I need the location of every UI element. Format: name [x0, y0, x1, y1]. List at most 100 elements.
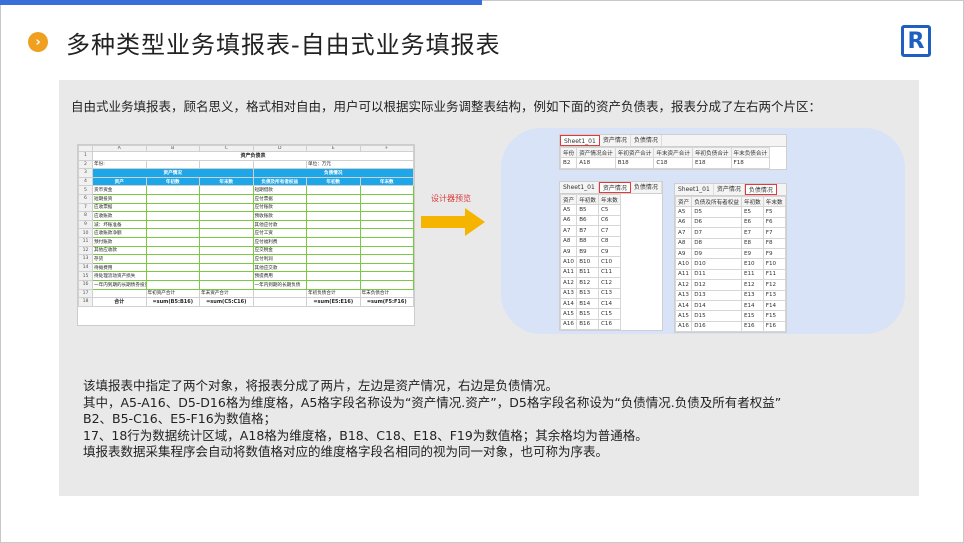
cell[interactable]: C13 — [598, 287, 621, 299]
cell[interactable]: D12 — [691, 279, 742, 291]
asset-item-cell[interactable]: 其他应收款 — [92, 245, 147, 256]
subtotal-label-cell[interactable]: 年初资产合计 — [145, 288, 200, 299]
liability-item-cell[interactable]: 短期借款 — [252, 185, 307, 195]
cell[interactable]: D14 — [691, 299, 742, 312]
cell[interactable]: E6 — [740, 216, 764, 229]
column-header[interactable]: 资产情况合计 — [576, 146, 616, 159]
cell[interactable]: C6 — [598, 214, 621, 227]
cell[interactable]: B6 — [576, 214, 599, 227]
cell[interactable]: B13 — [576, 287, 599, 299]
column-header[interactable]: 负债及所有者权益 — [691, 195, 742, 208]
liability-item-cell[interactable]: 一年内到期的长期负债 — [252, 279, 307, 290]
sheet-title-cell[interactable]: 资产负债表 — [92, 151, 414, 161]
row-number[interactable]: 2 — [78, 159, 93, 170]
liability-item-cell[interactable]: 预收账款 — [252, 211, 307, 221]
value-cell[interactable] — [359, 211, 414, 221]
cell[interactable]: E14 — [740, 299, 764, 312]
sheet-tab[interactable]: Sheet1_01 — [560, 182, 599, 193]
value-cell[interactable] — [199, 245, 254, 256]
value-cell[interactable] — [145, 202, 200, 213]
cell[interactable]: F9 — [762, 247, 786, 260]
cell[interactable]: A7 — [674, 227, 693, 239]
asset-item-cell[interactable]: 一年内到期的长期债券投资 — [92, 279, 147, 290]
cell[interactable]: A14 — [559, 297, 578, 310]
sheet-tab[interactable]: 资产情况 — [598, 182, 631, 193]
cell[interactable]: F14 — [762, 299, 786, 312]
cell[interactable] — [252, 159, 307, 170]
liability-item-cell[interactable]: 其他应交款 — [252, 262, 307, 273]
cell[interactable]: E8 — [740, 237, 764, 249]
value-cell[interactable] — [145, 193, 200, 204]
column-title-cell[interactable]: 年末数 — [359, 176, 414, 187]
value-cell[interactable] — [306, 211, 361, 221]
value-cell[interactable] — [359, 271, 414, 281]
value-cell[interactable] — [199, 211, 254, 221]
value-cell[interactable] — [306, 262, 361, 273]
value-cell[interactable] — [359, 245, 414, 256]
value-cell[interactable] — [145, 245, 200, 256]
cell[interactable]: F18 — [730, 157, 771, 169]
cell[interactable]: A6 — [559, 214, 578, 227]
value-cell[interactable] — [306, 193, 361, 204]
value-cell[interactable] — [199, 279, 254, 290]
column-header[interactable]: 资产 — [559, 193, 578, 206]
cell[interactable]: E12 — [740, 279, 764, 291]
cell[interactable]: B9 — [576, 245, 599, 258]
sheet-tab[interactable]: 负债情况 — [744, 184, 777, 195]
cell[interactable]: B10 — [576, 256, 599, 268]
row-number[interactable]: 9 — [78, 219, 93, 230]
liability-item-cell[interactable]: 应付票据 — [252, 193, 307, 204]
unit-label-cell[interactable]: 单位：万元 — [306, 159, 414, 170]
cell[interactable]: E9 — [740, 247, 764, 260]
cell[interactable]: C5 — [598, 204, 621, 216]
value-cell[interactable] — [306, 279, 361, 290]
row-number[interactable]: 11 — [78, 236, 93, 247]
cell[interactable]: B11 — [576, 266, 599, 279]
value-cell[interactable] — [199, 262, 254, 273]
cell[interactable]: A11 — [674, 268, 693, 281]
row-number[interactable]: 12 — [78, 245, 93, 256]
value-cell[interactable] — [359, 193, 414, 204]
row-number[interactable]: 10 — [78, 228, 93, 238]
cell[interactable]: F6 — [762, 216, 786, 229]
value-cell[interactable] — [145, 236, 200, 247]
asset-item-cell[interactable]: 应收账款 — [92, 211, 147, 221]
cell[interactable]: A15 — [559, 308, 578, 320]
value-cell[interactable] — [359, 236, 414, 247]
cell[interactable]: E10 — [740, 258, 764, 270]
cell[interactable]: D6 — [691, 216, 742, 229]
value-cell[interactable] — [145, 279, 200, 290]
cell[interactable]: C12 — [598, 277, 621, 289]
cell[interactable]: C7 — [598, 225, 621, 237]
cell[interactable] — [199, 159, 254, 170]
cell[interactable]: A12 — [674, 279, 693, 291]
value-cell[interactable] — [306, 254, 361, 264]
value-cell[interactable] — [359, 279, 414, 290]
cell[interactable]: F12 — [762, 279, 786, 291]
cell[interactable]: A8 — [559, 235, 578, 247]
cell[interactable]: B18 — [614, 157, 655, 169]
cell[interactable]: F5 — [762, 206, 786, 218]
column-header[interactable]: 年末资产合计 — [653, 146, 693, 159]
liability-item-cell[interactable]: 预提费用 — [252, 271, 307, 281]
row-number[interactable]: 14 — [78, 262, 93, 273]
value-cell[interactable] — [359, 219, 414, 230]
column-header[interactable]: 年末数 — [598, 193, 621, 206]
value-cell[interactable] — [306, 219, 361, 230]
cell[interactable]: B16 — [576, 318, 599, 331]
cell[interactable]: B12 — [576, 277, 599, 289]
subtotal-label-cell[interactable]: 年初负债合计 — [306, 288, 361, 299]
value-cell[interactable] — [359, 185, 414, 195]
cell[interactable]: B5 — [576, 204, 599, 216]
value-cell[interactable] — [145, 185, 200, 195]
value-cell[interactable] — [199, 219, 254, 230]
cell[interactable]: A18 — [576, 157, 616, 169]
subtotal-label-cell[interactable] — [252, 288, 307, 299]
column-header[interactable]: 年末数 — [762, 195, 786, 208]
value-cell[interactable] — [306, 245, 361, 256]
cell[interactable]: E7 — [740, 227, 764, 239]
cell[interactable]: A14 — [674, 299, 693, 312]
total-formula-cell[interactable]: 合计 — [92, 297, 147, 307]
cell[interactable]: A13 — [674, 289, 693, 301]
row-number[interactable]: 16 — [78, 279, 93, 290]
